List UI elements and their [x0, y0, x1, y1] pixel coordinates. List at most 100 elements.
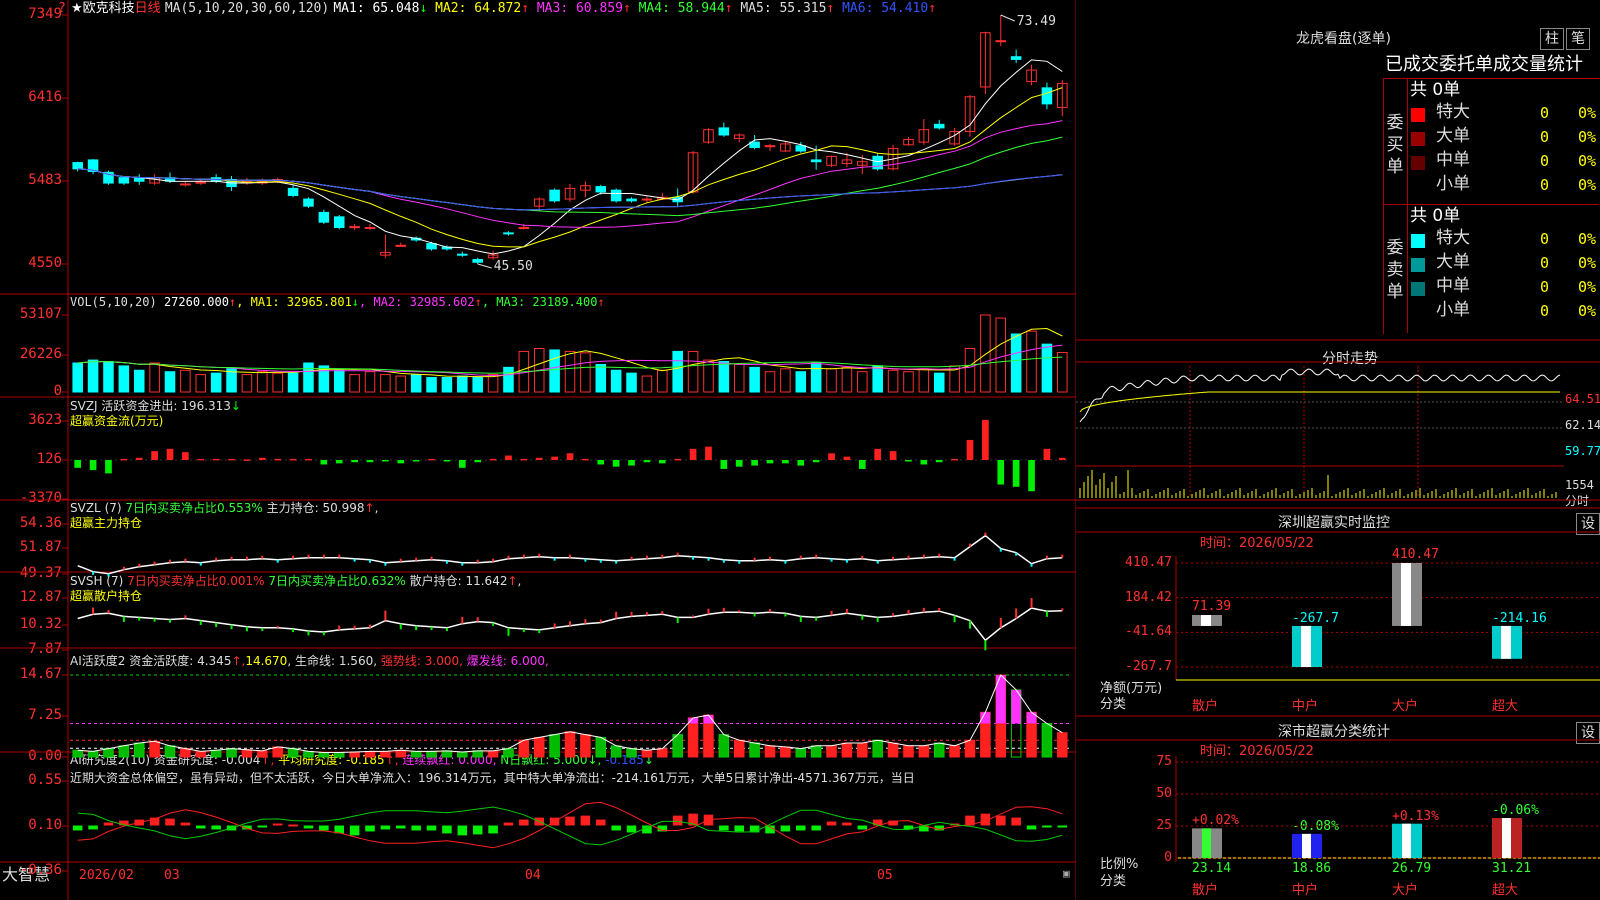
- vol-bar-8: [195, 374, 207, 393]
- vol-bar-55: [918, 368, 930, 393]
- vol-bar-39: [672, 350, 683, 393]
- vol-bar-14: [287, 372, 299, 393]
- vol-bar-34: [595, 363, 607, 393]
- sz-class-bar-hl-3: [1502, 818, 1511, 858]
- svzj-bar-37: [643, 460, 651, 463]
- svzl-line: [77, 534, 1063, 575]
- candle-body-48: [810, 159, 822, 163]
- vol-bar-13: [272, 372, 283, 393]
- research-bar-48: [811, 825, 821, 831]
- candle-body-18: [349, 226, 360, 229]
- research-bar-12: [257, 825, 268, 828]
- ai-active-bar-12: [257, 750, 268, 758]
- svzj-bar-38: [658, 460, 666, 464]
- svzj-bar-21: [397, 460, 405, 464]
- ai-active-bar-20: [380, 750, 391, 758]
- svzj-bar-53: [889, 451, 897, 461]
- research-bar-7: [180, 822, 191, 826]
- svzj-bar-58: [966, 439, 974, 461]
- ai-active-bar-24: [441, 750, 453, 758]
- vol-bar-6: [164, 371, 176, 393]
- svzj-bar-27: [489, 458, 497, 461]
- research-bar-61: [1011, 817, 1021, 826]
- sz-class-bar-hl-1: [1302, 833, 1311, 858]
- research-bar-51: [857, 825, 868, 830]
- svzj-bar-30: [535, 457, 543, 461]
- ai-active-bar-8: [195, 750, 207, 758]
- svzj-bar-18: [351, 460, 358, 463]
- ai-active-bar-30: [533, 736, 545, 758]
- chart-canvas: [0, 0, 1076, 900]
- ai-active-bar-53: [887, 742, 899, 758]
- vol-bar-22: [410, 374, 422, 393]
- ai-active-bar-46: [780, 746, 791, 758]
- research-bar-24: [442, 825, 452, 834]
- vol-bar-49: [826, 368, 837, 393]
- svzj-bar-62: [1028, 460, 1035, 492]
- candle-body-56: [933, 123, 945, 129]
- ai-active-bar-29: [518, 739, 530, 758]
- svzj-bar-48: [812, 460, 820, 463]
- ai-active-bar-2: [103, 748, 114, 758]
- ai-active-bar-47: [795, 748, 807, 758]
- research-bar-6: [165, 818, 175, 826]
- research-bar-32: [565, 816, 575, 826]
- vol-bar-9: [210, 372, 222, 393]
- svzj-bar-0: [74, 460, 82, 468]
- svzj-bar-2: [105, 460, 112, 474]
- svzj-bar-42: [720, 460, 728, 469]
- ai-active-bar-43: [733, 739, 745, 758]
- candle-body-42: [718, 127, 730, 136]
- svzj-bar-20: [382, 460, 389, 462]
- svzj-bar-17: [335, 460, 343, 464]
- ai-active-bar-54: [903, 745, 914, 758]
- svzj-bar-39: [674, 458, 682, 461]
- svzj-bar-7: [182, 452, 189, 461]
- ai-active-bar-42: [718, 734, 730, 758]
- svzj-bar-47: [797, 460, 805, 466]
- vol-bar-15: [303, 362, 314, 393]
- vol-bar-35: [610, 369, 622, 393]
- research-bar-8: [196, 825, 206, 829]
- ai-active-bar-1: [87, 750, 99, 758]
- candle-body-3: [118, 177, 130, 184]
- ai-active-bar-17: [333, 752, 345, 758]
- ai-active-bar-32: [564, 731, 576, 758]
- svzj-bar-11: [243, 459, 251, 461]
- sz-class-bar-hl-2: [1402, 823, 1411, 858]
- svzj-bar-23: [428, 458, 435, 461]
- ai-active-bar-3: [118, 745, 130, 758]
- candle-body-37: [641, 198, 653, 201]
- vol-bar-31: [549, 349, 560, 393]
- candle-body-21: [395, 244, 407, 247]
- ai-active-bar-33: [580, 734, 591, 758]
- ai-active-bar-34: [595, 736, 607, 758]
- ai-active-bar-51: [857, 742, 868, 758]
- vol-bar-12: [257, 371, 268, 393]
- ai-active-bar-35: [610, 745, 622, 758]
- research-bar-1: [88, 825, 98, 830]
- candle-body-15: [303, 198, 314, 207]
- candle-body-14: [287, 187, 299, 197]
- svzj-bar-55: [920, 460, 928, 465]
- candle-body-8: [195, 181, 207, 184]
- svzj-bar-16: [320, 460, 328, 465]
- candle-body-16: [318, 211, 330, 223]
- svzj-bar-25: [458, 460, 466, 468]
- research-bar-50: [842, 822, 852, 826]
- sz-monitor-bar-hl-0: [1201, 614, 1211, 626]
- ai-active-bar-5: [149, 740, 160, 758]
- vol-bar-20: [380, 374, 391, 393]
- vol-bar-1: [87, 359, 99, 393]
- candle-body-47: [795, 145, 807, 152]
- candle-body-45: [764, 145, 776, 148]
- vol-bar-54: [903, 371, 914, 393]
- vol-bar-0: [72, 362, 83, 393]
- vol-bar-43: [733, 363, 745, 393]
- svzj-bar-26: [474, 460, 482, 463]
- research-bar-2: [103, 822, 114, 826]
- svzj-bar-49: [828, 453, 835, 461]
- ai-active-bar-18: [349, 751, 360, 758]
- vol-bar-64: [1057, 351, 1068, 393]
- candle-body-26: [472, 259, 483, 263]
